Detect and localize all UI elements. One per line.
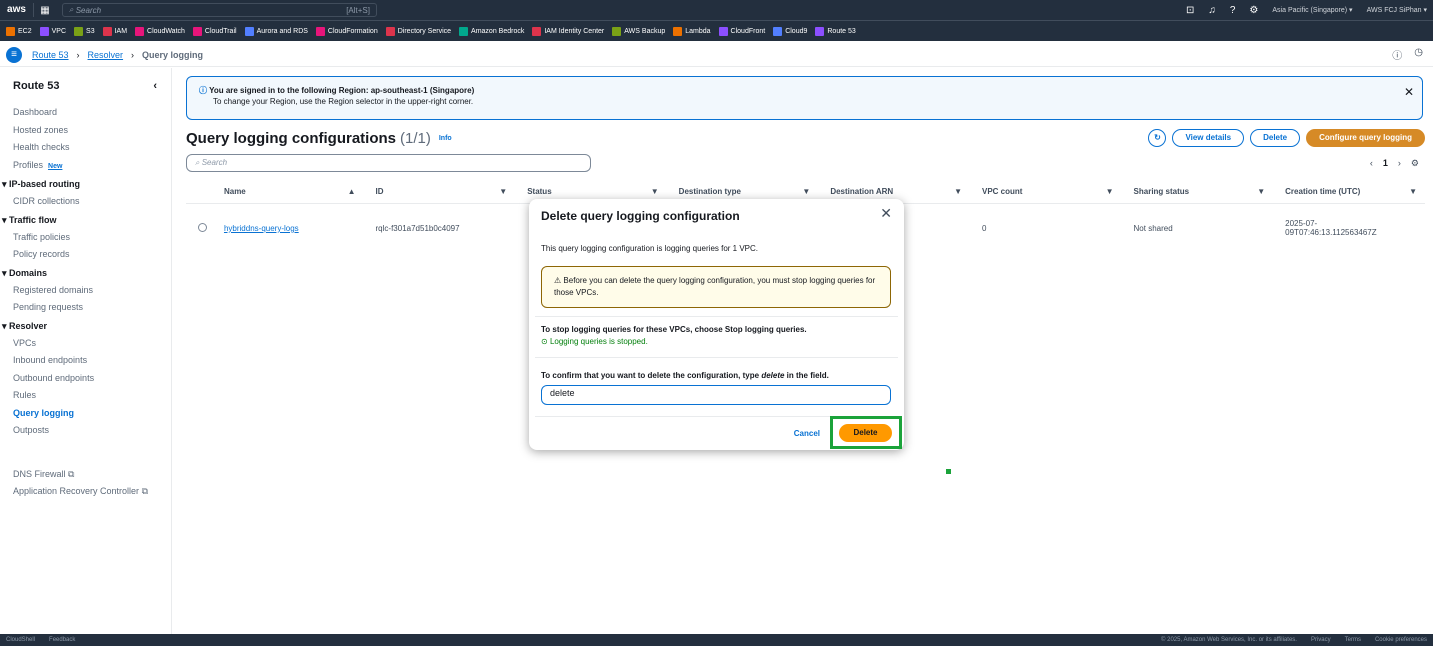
- stop-logging-label: To stop logging queries for these VPCs, …: [541, 325, 807, 334]
- stop-logging-section: To stop logging queries for these VPCs, …: [535, 316, 898, 346]
- stopped-status-text: Logging queries is stopped.: [549, 337, 648, 346]
- cursor-marker: [946, 469, 951, 474]
- terms-link[interactable]: Terms: [1345, 637, 1361, 643]
- delete-configuration-dialog: Delete query logging configuration ✕ Thi…: [529, 199, 904, 450]
- warning-text: Before you can delete the query logging …: [554, 276, 876, 297]
- confirm-keyword: delete: [761, 371, 785, 380]
- confirm-label-post: in the field.: [784, 371, 829, 380]
- confirm-label-pre: To confirm that you want to delete the c…: [541, 371, 762, 380]
- close-icon[interactable]: ✕: [880, 205, 892, 222]
- copyright-text: © 2025, Amazon Web Services, Inc. or its…: [1161, 637, 1297, 643]
- feedback-link[interactable]: Feedback: [49, 637, 75, 643]
- warning-icon: ⚠: [554, 276, 564, 285]
- confirm-delete-input[interactable]: delete: [541, 385, 891, 405]
- cloudshell-link[interactable]: CloudShell: [6, 637, 35, 643]
- privacy-link[interactable]: Privacy: [1311, 637, 1331, 643]
- success-check-icon: ⊙: [541, 337, 550, 346]
- cancel-button[interactable]: Cancel: [794, 429, 820, 438]
- warning-alert: ⚠ Before you can delete the query loggin…: [541, 266, 891, 308]
- cookie-preferences-link[interactable]: Cookie preferences: [1375, 637, 1427, 643]
- stopped-status: ⊙ Logging queries is stopped.: [541, 337, 892, 346]
- dialog-title: Delete query logging configuration: [541, 209, 740, 223]
- confirm-label: To confirm that you want to delete the c…: [541, 371, 829, 380]
- console-footer: CloudShell Feedback © 2025, Amazon Web S…: [0, 634, 1433, 646]
- highlight-box: [830, 416, 902, 449]
- dialog-description: This query logging configuration is logg…: [541, 244, 759, 253]
- confirm-section: To confirm that you want to delete the c…: [535, 357, 898, 405]
